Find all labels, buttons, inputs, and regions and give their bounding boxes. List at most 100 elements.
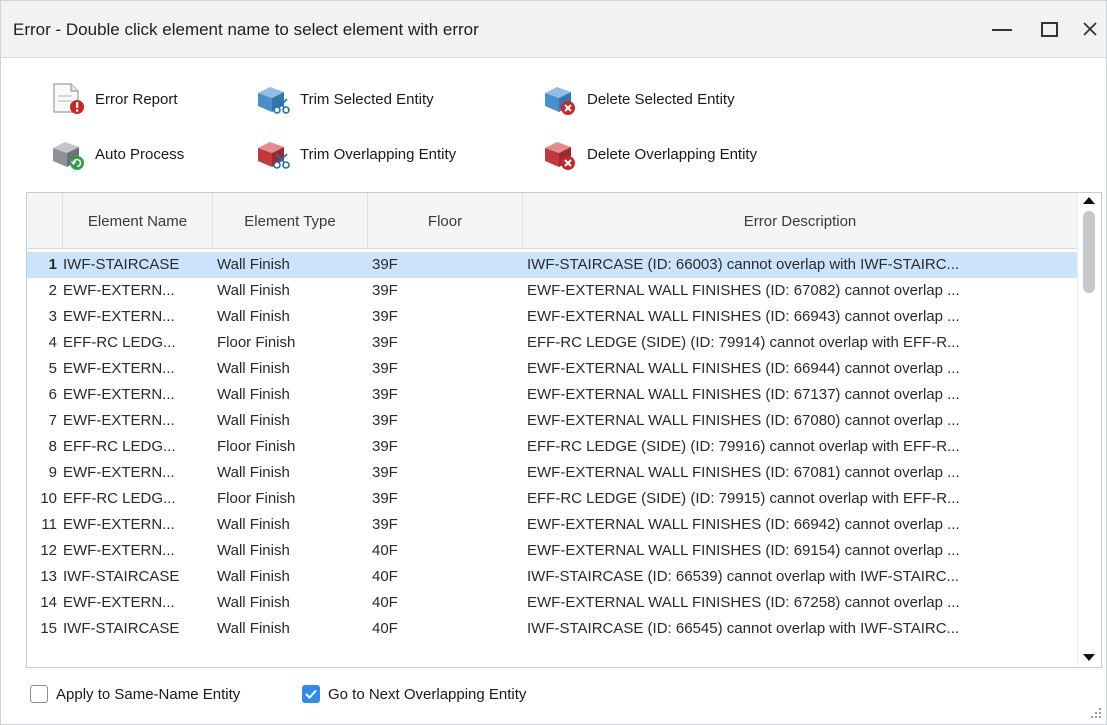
error-description-cell: EWF-EXTERNAL WALL FINISHES (ID: 67258) c…: [527, 594, 960, 611]
element-name-cell[interactable]: EWF-EXTERN...: [63, 304, 213, 330]
go-next-overlapping-checkbox[interactable]: [302, 685, 320, 703]
error-description-cell: EWF-EXTERNAL WALL FINISHES (ID: 66944) c…: [527, 360, 960, 377]
row-number-cell: 9: [48, 464, 57, 481]
error-description-cell: IWF-STAIRCASE (ID: 66539) cannot overlap…: [527, 568, 960, 585]
table-row[interactable]: 1 IWF-STAIRCASE Wall Finish 39F IWF-STAIRCAS…: [27, 252, 1077, 278]
element-type-header[interactable]: Element Type: [213, 193, 368, 249]
row-number-cell: 11: [41, 516, 57, 533]
minimize-button[interactable]: [985, 13, 1019, 45]
element-name-cell[interactable]: EWF-EXTERN...: [63, 408, 213, 434]
element-name-cell[interactable]: EFF-RC LEDG...: [63, 434, 213, 460]
element-type-cell: Floor Finish: [217, 334, 296, 351]
element-name-cell[interactable]: IWF-STAIRCASE: [63, 252, 213, 278]
floor-cell: 40F: [372, 620, 398, 637]
resize-grip-icon[interactable]: [1089, 706, 1103, 720]
element-name-cell[interactable]: EWF-EXTERN...: [63, 382, 213, 408]
element-name-cell[interactable]: EWF-EXTERN...: [63, 590, 213, 616]
element-type-cell: Wall Finish: [217, 542, 290, 559]
scroll-down-arrow-icon[interactable]: [1083, 654, 1095, 661]
floor-cell: 39F: [372, 334, 398, 351]
apply-same-name-label: Apply to Same-Name Entity: [56, 685, 241, 703]
floor-cell: 39F: [372, 516, 398, 533]
table-row[interactable]: 14 EWF-EXTERN... Wall Finish 40F EWF-EXTERNA…: [27, 590, 1077, 616]
element-name-cell[interactable]: EWF-EXTERN...: [63, 538, 213, 564]
delete-overlapping-entity-label: Delete Overlapping Entity: [587, 145, 758, 163]
go-next-overlapping-option[interactable]: Go to Next Overlapping Entity: [302, 683, 526, 705]
floor-cell: 39F: [372, 360, 398, 377]
blue-block-delete-icon: [545, 87, 575, 115]
element-type-cell: Wall Finish: [217, 516, 290, 533]
close-button[interactable]: [1073, 13, 1107, 45]
element-type-cell: Wall Finish: [217, 412, 290, 429]
element-type-cell: Wall Finish: [217, 256, 290, 273]
table-row[interactable]: 13 IWF-STAIRCASE Wall Finish 40F IWF-STAIRCA…: [27, 564, 1077, 590]
apply-same-name-checkbox[interactable]: [30, 685, 48, 703]
maximize-button[interactable]: [1032, 13, 1066, 45]
row-number-cell: 7: [48, 412, 57, 429]
table-row[interactable]: 5 EWF-EXTERN... Wall Finish 39F EWF-EXTERNAL…: [27, 356, 1077, 382]
table-row[interactable]: 8 EFF-RC LEDG... Floor Finish 39F EFF-RC LED…: [27, 434, 1077, 460]
row-number-cell: 12: [40, 542, 57, 559]
delete-selected-entity-button[interactable]: Delete Selected Entity: [541, 82, 735, 116]
row-number-cell: 10: [40, 490, 57, 507]
trim-selected-entity-button[interactable]: Trim Selected Entity: [254, 82, 434, 116]
error-description-cell: EWF-EXTERNAL WALL FINISHES (ID: 67082) c…: [527, 282, 960, 299]
delete-overlapping-entity-button[interactable]: Delete Overlapping Entity: [541, 137, 757, 171]
table-row[interactable]: 9 EWF-EXTERN... Wall Finish 39F EWF-EXTERNAL…: [27, 460, 1077, 486]
element-name-cell[interactable]: EWF-EXTERN...: [63, 460, 213, 486]
title-bar[interactable]: Error - Double click element name to sel…: [1, 1, 1106, 58]
error-description-cell: IWF-STAIRCASE (ID: 66545) cannot overlap…: [527, 620, 960, 637]
scroll-up-arrow-icon[interactable]: [1083, 197, 1095, 204]
element-type-cell: Floor Finish: [217, 490, 296, 507]
floor-cell: 39F: [372, 412, 398, 429]
table-row[interactable]: 12 EWF-EXTERN... Wall Finish 40F EWF-EXTERNA…: [27, 538, 1077, 564]
element-name-header[interactable]: Element Name: [63, 193, 213, 249]
floor-header[interactable]: Floor: [368, 193, 523, 249]
element-type-cell: Wall Finish: [217, 464, 290, 481]
table-row[interactable]: 7 EWF-EXTERN... Wall Finish 39F EWF-EXTERNAL…: [27, 408, 1077, 434]
vertical-scrollbar[interactable]: [1077, 193, 1101, 667]
element-name-cell[interactable]: EFF-RC LEDG...: [63, 486, 213, 512]
table-row[interactable]: 6 EWF-EXTERN... Wall Finish 39F EWF-EXTERNAL…: [27, 382, 1077, 408]
floor-cell: 39F: [372, 464, 398, 481]
table-row[interactable]: 10 EFF-RC LEDG... Floor Finish 39F EFF-RC LE…: [27, 486, 1077, 512]
checkmark-icon: [305, 689, 317, 699]
delete-selected-entity-label: Delete Selected Entity: [587, 90, 735, 108]
table-row[interactable]: 4 EFF-RC LEDG... Floor Finish 39F EFF-RC LED…: [27, 330, 1077, 356]
floor-cell: 40F: [372, 568, 398, 585]
element-name-cell[interactable]: EWF-EXTERN...: [63, 278, 213, 304]
error-description-header[interactable]: Error Description: [523, 193, 1077, 249]
element-name-cell[interactable]: EWF-EXTERN...: [63, 356, 213, 382]
floor-cell: 39F: [372, 438, 398, 455]
element-name-cell[interactable]: IWF-STAIRCASE: [63, 616, 213, 642]
error-description-cell: EFF-RC LEDGE (SIDE) (ID: 79915) cannot o…: [527, 490, 960, 507]
row-number-cell: 4: [48, 334, 57, 351]
table-row[interactable]: 3 EWF-EXTERN... Wall Finish 39F EWF-EXTERNAL…: [27, 304, 1077, 330]
trim-overlapping-entity-button[interactable]: Trim Overlapping Entity: [254, 137, 456, 171]
error-report-button[interactable]: Error Report: [51, 82, 178, 116]
table-row[interactable]: 2 EWF-EXTERN... Wall Finish 39F EWF-EXTERNAL…: [27, 278, 1077, 304]
element-type-cell: Wall Finish: [217, 282, 290, 299]
row-number-cell: 14: [40, 594, 57, 611]
element-type-cell: Wall Finish: [217, 620, 290, 637]
table-row[interactable]: 11 EWF-EXTERN... Wall Finish 39F EWF-EXTERNA…: [27, 512, 1077, 538]
auto-process-button[interactable]: Auto Process: [51, 137, 184, 171]
element-name-cell[interactable]: EFF-RC LEDG...: [63, 330, 213, 356]
floor-cell: 39F: [372, 386, 398, 403]
row-number-cell: 15: [40, 620, 57, 637]
element-name-cell[interactable]: EWF-EXTERN...: [63, 512, 213, 538]
floor-cell: 39F: [372, 282, 398, 299]
table-row[interactable]: 15 IWF-STAIRCASE Wall Finish 40F IWF-STAIRCA…: [27, 616, 1077, 642]
floor-cell: 40F: [372, 542, 398, 559]
error-description-cell: EFF-RC LEDGE (SIDE) (ID: 79914) cannot o…: [527, 334, 960, 351]
scroll-thumb[interactable]: [1083, 211, 1095, 293]
apply-same-name-option[interactable]: Apply to Same-Name Entity: [30, 683, 240, 705]
element-name-cell[interactable]: IWF-STAIRCASE: [63, 564, 213, 590]
error-report-label: Error Report: [95, 90, 178, 108]
floor-cell: 39F: [372, 490, 398, 507]
error-description-cell: EFF-RC LEDGE (SIDE) (ID: 79916) cannot o…: [527, 438, 960, 455]
window-title: Error - Double click element name to sel…: [13, 20, 479, 39]
floor-cell: 40F: [372, 594, 398, 611]
row-number-cell: 3: [48, 308, 57, 325]
close-icon: [1083, 22, 1097, 36]
